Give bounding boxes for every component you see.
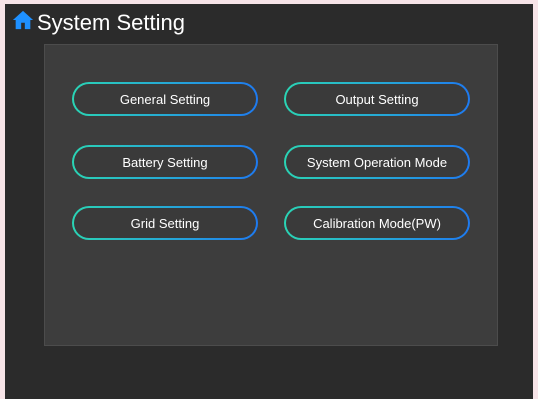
- page-title: System Setting: [37, 10, 185, 35]
- header: System Setting: [5, 4, 533, 40]
- general-setting-button[interactable]: General Setting: [72, 82, 258, 116]
- output-setting-button[interactable]: Output Setting: [284, 82, 470, 116]
- battery-setting-button[interactable]: Battery Setting: [72, 145, 258, 179]
- home-icon[interactable]: [12, 9, 34, 31]
- system-operation-mode-button[interactable]: System Operation Mode: [284, 145, 470, 179]
- settings-panel: General Setting Output Setting Battery S…: [44, 44, 498, 346]
- grid-setting-button[interactable]: Grid Setting: [72, 206, 258, 240]
- screen: System Setting General Setting Output Se…: [5, 4, 533, 399]
- calibration-mode-button[interactable]: Calibration Mode(PW): [284, 206, 470, 240]
